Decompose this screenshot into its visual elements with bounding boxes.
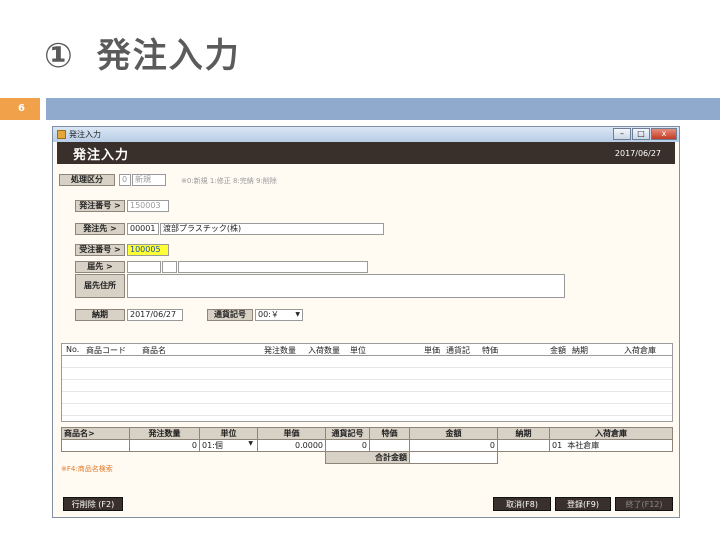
grid-col-unit-price: 単価 <box>424 346 440 355</box>
currency-label: 通貨記号 <box>207 309 253 321</box>
entry-unit-select[interactable]: 01:個 ▼ <box>199 439 258 452</box>
entry-special-price-header: 特価 <box>369 427 410 440</box>
slide-title: ① 発注入力 <box>44 28 241 77</box>
grid-col-warehouse: 入荷倉庫 <box>624 346 656 355</box>
entry-warehouse-input[interactable]: 01 本社倉庫 <box>549 439 673 452</box>
entry-amount-value: 0 <box>409 439 498 452</box>
delivery-to-name <box>178 261 368 273</box>
register-button[interactable]: 登録(F9) <box>555 497 611 511</box>
process-type-status: 新規 <box>132 174 166 186</box>
table-row[interactable] <box>62 392 672 404</box>
grid-col-product-name: 商品名 <box>142 346 166 355</box>
chevron-down-icon: ▼ <box>295 311 300 318</box>
grid-col-currency: 通貨記 <box>446 346 470 355</box>
entry-unit-price-header: 単価 <box>257 427 326 440</box>
currency-select[interactable]: 00:￥ ▼ <box>255 309 303 321</box>
line-entry-table: 商品名> 発注数量 単位 単価 通貨記号 特価 金額 納期 入荷倉庫 0 01:… <box>61 427 673 464</box>
form-header: 発注入力 2017/06/27 <box>57 142 675 164</box>
entry-currency-input[interactable]: 0 <box>325 439 370 452</box>
process-type-label: 処理区分 <box>59 174 115 186</box>
entry-qty-header: 発注数量 <box>129 427 200 440</box>
app-icon <box>57 130 66 139</box>
received-order-no-label[interactable]: 受注番号 > <box>75 244 125 256</box>
app-window: 発注入力 – □ x 発注入力 2017/06/27 処理区分 0 新規 ※0:… <box>52 126 680 518</box>
order-lines-grid[interactable]: No. 商品コード 商品名 発注数量 入荷数量 単位 単価 通貨記 特価 金額 … <box>61 343 673 422</box>
order-no-label[interactable]: 発注番号 > <box>75 200 125 212</box>
total-amount-value <box>409 451 498 464</box>
table-row[interactable] <box>62 404 672 416</box>
entry-warehouse-header: 入荷倉庫 <box>549 427 673 440</box>
entry-warehouse-name: 本社倉庫 <box>567 441 600 450</box>
grid-col-amount: 金額 <box>550 346 566 355</box>
entry-unit-price-input[interactable]: 0.0000 <box>257 439 326 452</box>
entry-unit-value: 01:個 <box>202 441 223 450</box>
chevron-down-icon: ▼ <box>248 440 253 447</box>
grid-header: No. 商品コード 商品名 発注数量 入荷数量 単位 単価 通貨記 特価 金額 … <box>62 344 672 356</box>
entry-amount-header: 金額 <box>409 427 498 440</box>
slide-title-number: ① <box>44 36 75 76</box>
maximize-button[interactable]: □ <box>632 128 650 140</box>
form-title: 発注入力 <box>73 147 130 163</box>
grid-col-due-date: 納期 <box>572 346 588 355</box>
entry-due-date-header: 納期 <box>497 427 550 440</box>
delete-row-button[interactable]: 行削除 (F2) <box>63 497 123 511</box>
entry-product-name-input[interactable] <box>61 439 130 452</box>
delivery-address-input[interactable] <box>127 274 565 298</box>
entry-unit-header: 単位 <box>199 427 258 440</box>
title-divider-bar <box>46 98 720 120</box>
header-date: 2017/06/27 <box>614 148 661 158</box>
currency-select-value: 00:￥ <box>258 310 279 319</box>
grid-col-unit: 単位 <box>350 346 366 355</box>
process-type-input[interactable]: 0 <box>119 174 131 186</box>
due-date-input[interactable]: 2017/06/27 <box>127 309 183 321</box>
close-button[interactable]: 終了(F12) <box>615 497 673 511</box>
supplier-name: 渡部プラスチック(株) <box>160 223 384 235</box>
entry-warehouse-code: 01 <box>552 441 563 450</box>
product-search-hint: ※F4:商品名検索 <box>61 465 113 473</box>
window-title: 発注入力 <box>69 130 101 139</box>
cancel-button[interactable]: 取消(F8) <box>493 497 551 511</box>
received-order-no-input[interactable]: 100005 <box>127 244 169 256</box>
due-date-label: 納期 <box>75 309 125 321</box>
grid-col-product-code: 商品コード <box>86 346 126 355</box>
entry-product-name-label[interactable]: 商品名> <box>61 427 130 440</box>
delivery-to-sub-input[interactable] <box>162 261 177 273</box>
supplier-code-input[interactable]: 00001 <box>127 223 159 235</box>
table-row[interactable] <box>62 368 672 380</box>
page-number: 6 <box>0 98 40 120</box>
grid-col-order-qty: 発注数量 <box>264 346 296 355</box>
delivery-address-label: 届先住所 <box>75 274 125 298</box>
process-type-note: ※0:新規 1:修正 8:完納 9:削除 <box>181 177 277 185</box>
grid-col-received-qty: 入荷数量 <box>308 346 340 355</box>
total-amount-label: 合計金額 <box>325 451 410 464</box>
table-row[interactable] <box>62 356 672 368</box>
grid-col-no: No. <box>66 345 80 354</box>
slide-title-text: 発注入力 <box>96 36 241 76</box>
entry-currency-header: 通貨記号 <box>325 427 370 440</box>
supplier-label[interactable]: 発注先 > <box>75 223 125 235</box>
close-window-button[interactable]: x <box>651 128 677 140</box>
minimize-button[interactable]: – <box>613 128 631 140</box>
delivery-to-code-input[interactable] <box>127 261 161 273</box>
window-titlebar[interactable]: 発注入力 – □ x <box>53 127 679 142</box>
delivery-to-label[interactable]: 届先 > <box>75 261 125 273</box>
table-row[interactable] <box>62 380 672 392</box>
entry-qty-input[interactable]: 0 <box>129 439 200 452</box>
entry-special-price-input[interactable] <box>369 439 410 452</box>
grid-col-special-price: 特価 <box>482 346 498 355</box>
order-no-input[interactable]: 150003 <box>127 200 169 212</box>
entry-due-date-input[interactable] <box>497 439 550 452</box>
